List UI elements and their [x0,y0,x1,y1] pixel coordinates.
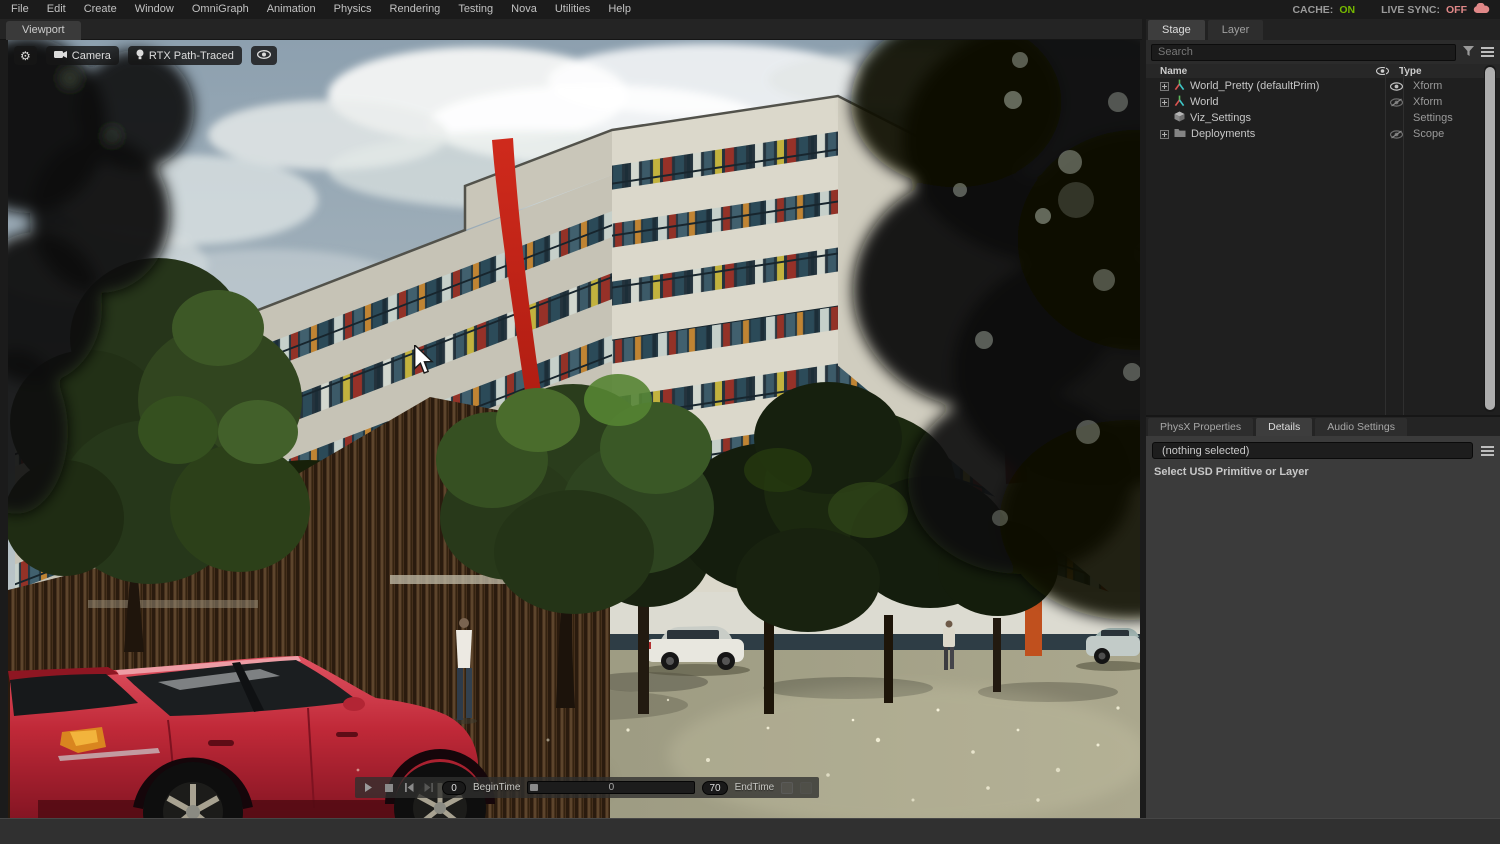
cache-value: ON [1339,4,1355,16]
camera-icon [54,50,67,62]
tab-audio-settings[interactable]: Audio Settings [1315,418,1407,436]
skip-to-end-button[interactable] [422,781,435,794]
xform-axis-icon [1174,79,1185,94]
end-time-label: EndTime [735,782,775,793]
menu-animation[interactable]: Animation [258,0,325,19]
menu-window[interactable]: Window [126,0,183,19]
stage-panel-tabs: Stage Layer [1146,19,1500,40]
viewport-settings-button[interactable]: ⚙ [14,46,37,65]
column-visibility-eye-icon[interactable] [1371,67,1393,75]
stage-tree-header: Name Type [1146,64,1500,78]
begin-time-label: BeginTime [473,782,520,793]
stage-scrollbar[interactable] [1484,65,1496,412]
gear-icon: ⚙ [20,50,31,62]
prim-name: World [1190,96,1219,108]
status-indicators: CACHE: ON LIVE SYNC: OFF [1292,0,1490,19]
lightbulb-icon [136,49,144,63]
tab-viewport[interactable]: Viewport [6,21,81,40]
timeline-option-button[interactable] [781,782,793,794]
stage-row-world[interactable]: World Xform [1146,94,1500,110]
renderer-button-label: RTX Path-Traced [149,50,234,62]
tab-details[interactable]: Details [1256,418,1312,436]
timeline-bar: 0 BeginTime 0 70 EndTime [355,777,819,798]
prim-type: Xform [1407,80,1442,92]
stage-search-row [1146,40,1500,64]
tab-physx-properties[interactable]: PhysX Properties [1148,418,1253,436]
eye-icon [257,50,271,62]
stage-scrollbar-thumb[interactable] [1485,67,1495,410]
render-scene [8,40,1140,818]
play-button[interactable] [362,781,375,794]
menu-bar: File Edit Create Window OmniGraph Animat… [0,0,1500,19]
expand-icon[interactable] [1160,82,1169,91]
folder-icon [1174,128,1186,141]
stage-options-icon[interactable] [1481,47,1494,57]
prim-type: Scope [1407,128,1444,140]
details-options-icon[interactable] [1481,446,1494,456]
menu-help[interactable]: Help [599,0,640,19]
prim-name: Deployments [1191,128,1255,140]
stage-row-viz-settings[interactable]: Viz_Settings Settings [1146,110,1500,126]
menu-file[interactable]: File [2,0,38,19]
timeline-current-value: 0 [528,782,694,794]
cache-label: CACHE: [1292,4,1333,16]
viewport-toolbar: ⚙ Camera RTX Path-Traced [14,46,277,65]
end-time-field[interactable]: 70 [702,781,727,795]
search-input[interactable] [1151,44,1456,61]
details-panel-tabs: PhysX Properties Details Audio Settings [1146,417,1500,436]
cloud-icon [1473,3,1490,17]
begin-time-field[interactable]: 0 [442,781,466,795]
prim-type: Xform [1407,96,1442,108]
prim-name: World_Pretty (defaultPrim) [1190,80,1319,92]
menu-omnigraph[interactable]: OmniGraph [183,0,258,19]
expand-icon[interactable] [1160,130,1169,139]
stage-row-world-pretty[interactable]: World_Pretty (defaultPrim) Xform [1146,78,1500,94]
menu-nova[interactable]: Nova [502,0,546,19]
column-name[interactable]: Name [1146,66,1371,77]
filter-icon[interactable] [1463,43,1474,61]
expand-icon[interactable] [1160,98,1169,107]
menu-edit[interactable]: Edit [38,0,75,19]
timeline-slider[interactable]: 0 [527,781,695,794]
selection-field[interactable]: (nothing selected) [1152,442,1473,459]
live-sync-value: OFF [1446,4,1467,16]
bottom-status-strip [0,818,1500,844]
stop-button[interactable] [382,781,395,794]
right-panel: Stage Layer Name Type [1146,19,1500,818]
selection-hint-text: Select USD Primitive or Layer [1152,459,1494,485]
mouse-cursor [413,345,435,380]
tab-layer[interactable]: Layer [1208,20,1264,40]
viewport-canvas[interactable]: ⚙ Camera RTX Path-Traced [8,40,1140,818]
live-sync-label: LIVE SYNC: [1381,4,1440,16]
stage-row-deployments[interactable]: Deployments Scope [1146,126,1500,142]
prim-type: Settings [1407,112,1453,124]
renderer-button[interactable]: RTX Path-Traced [128,46,242,65]
camera-button-label: Camera [72,50,111,62]
menu-utilities[interactable]: Utilities [546,0,599,19]
xform-axis-icon [1174,95,1185,110]
timeline-loop-button[interactable] [800,782,812,794]
menu-rendering[interactable]: Rendering [381,0,450,19]
skip-to-start-button[interactable] [402,781,415,794]
viewport-tabstrip: Viewport [0,19,1142,40]
tab-stage[interactable]: Stage [1148,20,1205,40]
menu-create[interactable]: Create [75,0,126,19]
column-type[interactable]: Type [1393,66,1422,77]
menu-physics[interactable]: Physics [325,0,381,19]
prim-name: Viz_Settings [1190,112,1251,124]
cube-icon [1174,111,1185,125]
details-panel-body: (nothing selected) Select USD Primitive … [1146,436,1500,838]
menu-testing[interactable]: Testing [449,0,502,19]
visibility-button[interactable] [251,46,277,65]
stage-tree: Name Type World_Pretty (defaultPrim) Xfo… [1146,64,1500,417]
camera-button[interactable]: Camera [46,46,119,65]
